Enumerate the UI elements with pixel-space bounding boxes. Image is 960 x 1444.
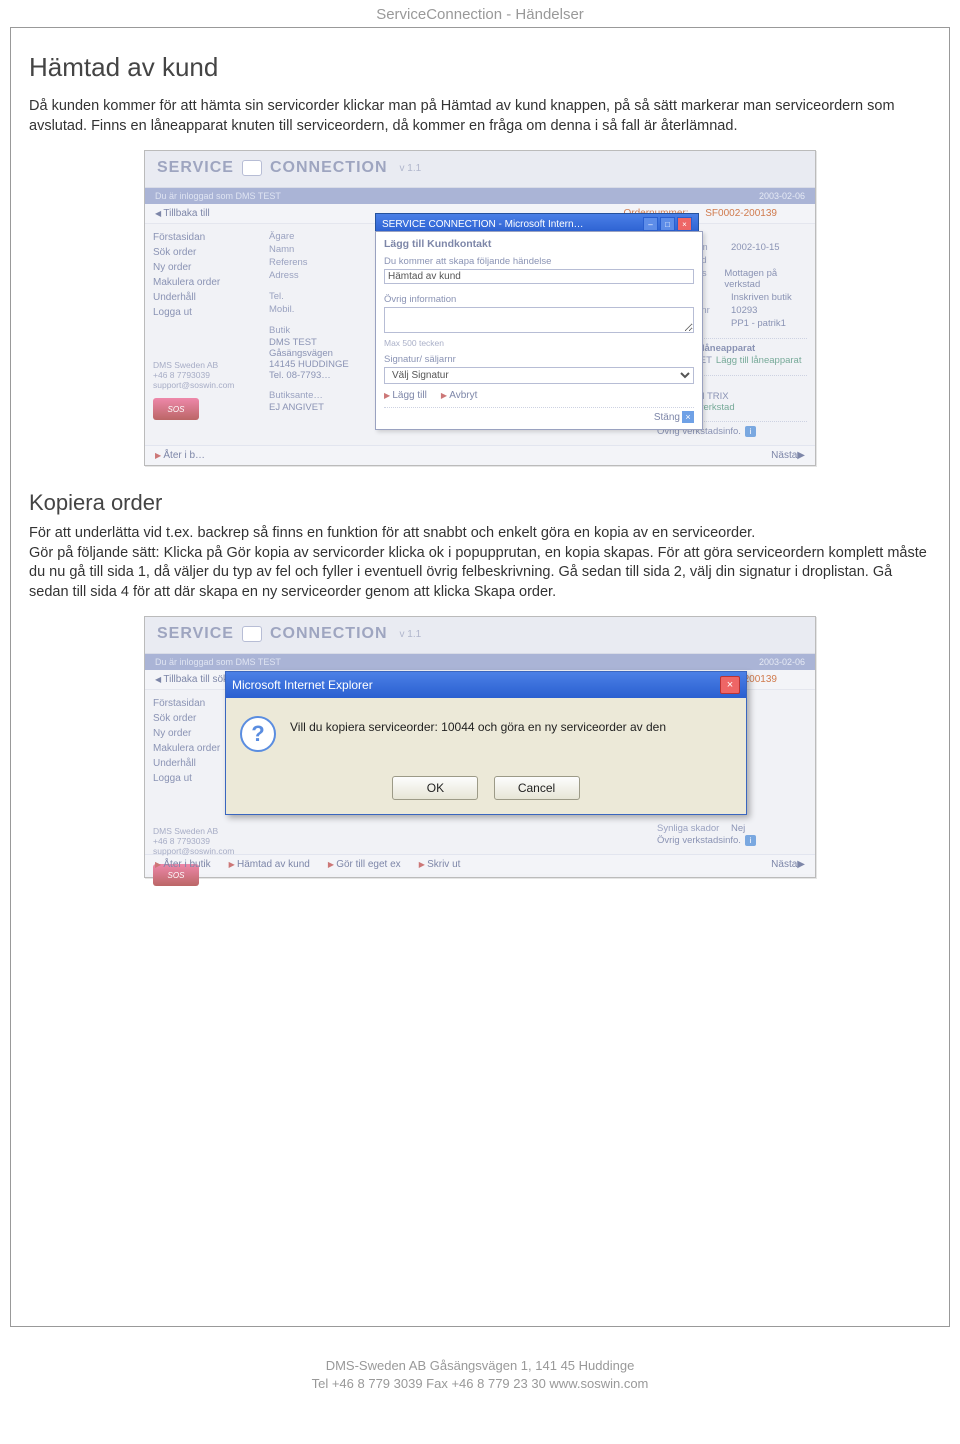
login-user: Du är inloggad som DMS TEST	[155, 191, 281, 201]
lbl-namn: Namn	[269, 244, 317, 255]
close-x-icon[interactable]: ×	[682, 411, 694, 423]
crumb-order-num: SF0002-200139	[705, 208, 777, 219]
footer-next[interactable]: Nästa▶	[771, 450, 805, 461]
butik-title: Butik	[269, 325, 317, 336]
label-event: Du kommer att skapa följande händelse	[384, 256, 694, 267]
hint-max: Max 500 tecken	[384, 338, 694, 348]
sidebar-item[interactable]: Sök order	[153, 245, 263, 260]
footer-back[interactable]: Åter i b…	[155, 450, 205, 461]
section2-title: Kopiera order	[29, 490, 931, 516]
version-label-2: v 1.1	[400, 629, 422, 640]
signature-select[interactable]: Välj Signatur	[384, 367, 694, 384]
brand-text-2: CONNECTION	[270, 159, 388, 177]
app-footer: Åter i b… Nästa▶	[145, 445, 815, 465]
version-label: v 1.1	[400, 163, 422, 174]
sos-logo: SOS	[153, 398, 199, 420]
app-brandbar-2: SERVICE CONNECTION v 1.1	[145, 617, 815, 654]
ie-dialog-title: Microsoft Internet Explorer	[232, 678, 373, 692]
maximize-icon[interactable]: □	[660, 217, 675, 231]
info-icon[interactable]: i	[745, 426, 756, 437]
val-urspr: Inskriven butik	[731, 292, 792, 303]
val-vnr: 10293	[731, 305, 757, 316]
login-date: 2003-02-06	[759, 191, 805, 201]
lbl-tel: Tel.	[269, 291, 317, 302]
ie-dialog-titlebar: Microsoft Internet Explorer ×	[226, 672, 746, 698]
question-icon: ?	[240, 716, 276, 752]
brand-text-1b: SERVICE	[157, 625, 234, 643]
dialog-heading: Lägg till Kundkontakt	[384, 238, 694, 250]
login-bar-2: Du är inloggad som DMS TEST 2003-02-06	[145, 654, 815, 670]
login-bar: Du är inloggad som DMS TEST 2003-02-06	[145, 188, 815, 204]
company-info: DMS Sweden AB +46 8 7793039 support@sosw…	[153, 358, 263, 392]
crumb-back[interactable]: Tillbaka till	[155, 208, 210, 219]
login-date-2: 2003-02-06	[759, 657, 805, 667]
footer-item[interactable]: Gör till eget ex	[328, 859, 401, 870]
lbl-mob: Mobil.	[269, 304, 317, 315]
verkinfo-2: Övrig verkstadsinfo.	[657, 835, 741, 846]
ok-button[interactable]: OK	[392, 776, 478, 800]
login-user-2: Du är inloggad som DMS TEST	[155, 657, 281, 667]
minimize-icon[interactable]: –	[643, 217, 658, 231]
sidebar-item[interactable]: Förstasidan	[153, 230, 263, 245]
app-screenshot-2: SERVICE CONNECTION v 1.1 Du är inloggad …	[144, 616, 816, 878]
footer-line2: Tel +46 8 779 3039 Fax +46 8 779 23 30 w…	[10, 1375, 950, 1393]
owner-title: Ägare	[269, 231, 317, 242]
close-label[interactable]: Stäng	[654, 412, 680, 423]
close-icon[interactable]: ×	[720, 676, 740, 694]
lbl-adr: Adress	[269, 270, 317, 281]
info-icon[interactable]: i	[745, 835, 756, 846]
app-screenshot-1: SERVICE CONNECTION v 1.1 Du är inloggad …	[144, 150, 816, 466]
lbl-ref: Referens	[269, 257, 317, 268]
footer-item[interactable]: Åter i butik	[155, 859, 211, 870]
ie-title-text: SERVICE CONNECTION - Microsoft Intern…	[382, 219, 584, 230]
company-info-2: DMS Sweden AB +46 8 7793039 support@sosw…	[153, 824, 263, 858]
event-input[interactable]	[384, 269, 694, 284]
add-button[interactable]: Lägg till	[384, 390, 427, 401]
document-frame: Hämtad av kund Då kunden kommer för att …	[10, 27, 950, 1327]
sidebar-item[interactable]: Ny order	[153, 260, 263, 275]
close-icon[interactable]: ×	[677, 217, 692, 231]
footer-item[interactable]: Hämtad av kund	[229, 859, 310, 870]
page-footer: DMS-Sweden AB Gåsängsvägen 1, 141 45 Hud…	[10, 1357, 950, 1393]
lbl-synliga: Synliga skador	[657, 823, 727, 834]
footer-line1: DMS-Sweden AB Gåsängsvägen 1, 141 45 Hud…	[10, 1357, 950, 1375]
section1-body: Då kunden kommer för att hämta sin servi…	[29, 97, 931, 136]
handshake-icon	[242, 160, 262, 176]
sidebar-item[interactable]: Logga ut	[153, 305, 263, 320]
ie-confirm-dialog: Microsoft Internet Explorer × ? Vill du …	[225, 671, 747, 815]
ie-dialog-message: Vill du kopiera serviceorder: 10044 och …	[290, 716, 666, 734]
footer-item[interactable]: Skriv ut	[419, 859, 461, 870]
brand-text-2b: CONNECTION	[270, 625, 388, 643]
val-synliga: Nej	[731, 823, 745, 834]
label-info: Övrig information	[384, 294, 694, 305]
right-bottom: Synliga skador Nej Övrig verkstadsinfo. i	[657, 822, 807, 846]
page-header: ServiceConnection - Händelser	[10, 0, 950, 27]
sidebar-item[interactable]: Underhåll	[153, 290, 263, 305]
app-brandbar: SERVICE CONNECTION v 1.1	[145, 151, 815, 188]
sidebar-item[interactable]: Makulera order	[153, 275, 263, 290]
val-status: Mottagen på verkstad	[724, 268, 807, 290]
butikant: Butiksante…	[269, 390, 317, 401]
cancel-button[interactable]: Avbryt	[441, 390, 478, 401]
val-sign: PP1 - patrik1	[731, 318, 786, 329]
brand-text-1: SERVICE	[157, 159, 234, 177]
info-textarea[interactable]	[384, 307, 694, 333]
footer-next-2[interactable]: Nästa▶	[771, 859, 805, 870]
label-signature: Signatur/ säljarnr	[384, 354, 694, 365]
section1-title: Hämtad av kund	[29, 52, 931, 83]
lane-link[interactable]: Lägg till låneapparat	[716, 355, 802, 366]
val-orderdatum: 2002-10-15	[731, 242, 780, 253]
handshake-icon	[242, 626, 262, 642]
sidebar: Förstasidan Sök order Ny order Makulera …	[153, 230, 263, 437]
add-contact-dialog: Lägg till Kundkontakt Du kommer att skap…	[375, 231, 703, 430]
cancel-button[interactable]: Cancel	[494, 776, 580, 800]
section2-body: För att underlätta vid t.ex. backrep så …	[29, 524, 931, 602]
